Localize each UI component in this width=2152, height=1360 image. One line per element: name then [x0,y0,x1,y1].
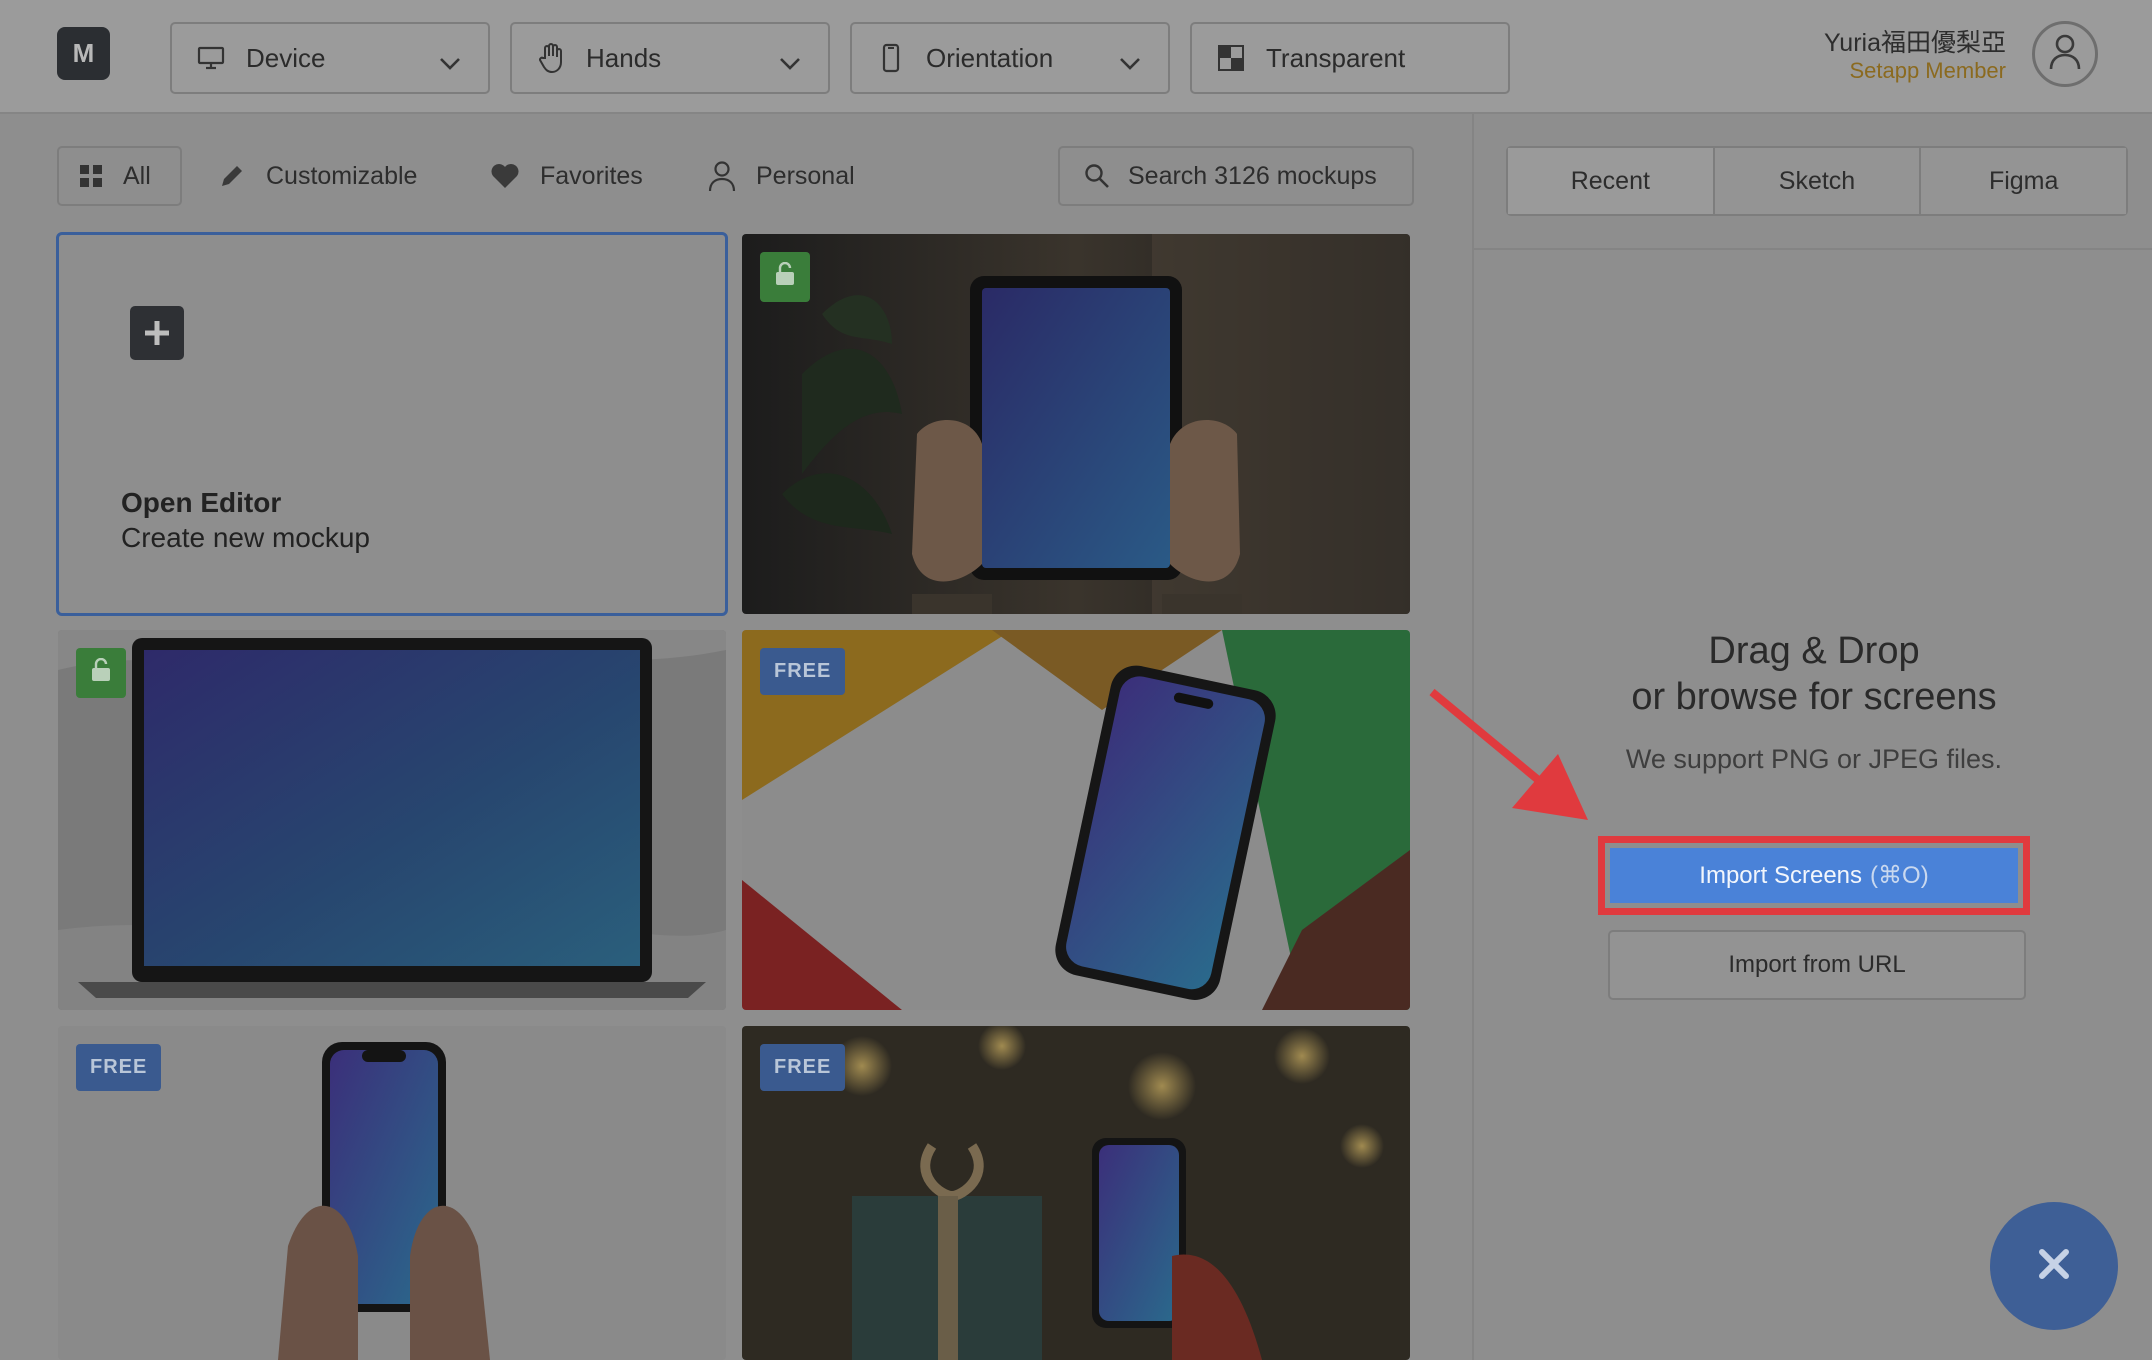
import-from-url-button[interactable]: Import from URL [1608,930,2026,1000]
mockup-card[interactable]: FREE [742,1026,1410,1360]
monitor-icon [196,43,226,73]
device-dropdown[interactable]: Device [170,22,490,94]
drop-title-line-1: Drag & Drop [1708,630,1920,672]
free-badge: FREE [76,1044,162,1091]
top-toolbar: M Device Hands Orientation Transparent Y… [0,0,2152,114]
lock-badge [760,252,810,302]
tablet-mockup-image [742,234,1410,614]
avatar[interactable] [2032,21,2098,87]
free-badge: FREE [760,1044,846,1091]
source-tabs: Recent Sketch Figma [1506,146,2128,216]
tab-sketch[interactable]: Sketch [1714,148,1922,214]
mockup-card[interactable]: FREE [742,630,1410,1010]
background-dropdown[interactable]: Transparent [1190,22,1510,94]
filter-personal-label: Personal [756,161,855,190]
user-plan: Setapp Member [1849,58,2006,83]
app-logo[interactable]: M [57,27,110,80]
mockup-card[interactable] [742,234,1410,614]
filter-favorites-label: Favorites [540,161,643,190]
laptop-mockup-image [58,630,726,1010]
open-editor-card[interactable]: Open Editor Create new mockup [56,232,728,616]
import-shortcut: (⌘O) [1870,862,1929,889]
mockup-card[interactable]: FREE [58,1026,726,1360]
user-name: Yuria福田優梨亞 [1824,29,2006,57]
hand-icon [536,43,566,74]
close-button[interactable] [1990,1202,2118,1330]
orientation-dropdown-label: Orientation [926,42,1054,73]
tab-recent[interactable]: Recent [1508,148,1715,214]
chevron-down-icon [1118,48,1142,79]
free-badge: FREE [760,648,846,695]
person-icon [708,160,736,192]
hands-dropdown-label: Hands [586,42,662,73]
mockup-card[interactable] [58,630,726,1010]
search-mockups-input[interactable]: Search 3126 mockups [1058,146,1414,206]
background-dropdown-label: Transparent [1266,42,1406,73]
search-label: Search 3126 mockups [1128,161,1377,190]
pencil-icon [218,162,246,190]
chevron-down-icon [778,48,802,79]
import-screens-button[interactable]: Import Screens (⌘O) [1610,848,2018,903]
unlock-icon [774,261,796,292]
open-editor-title: Open Editor [121,487,282,518]
filter-customizable[interactable]: Customizable [218,146,417,206]
search-icon [1084,163,1110,189]
tab-figma[interactable]: Figma [1921,148,2127,214]
device-dropdown-label: Device [246,42,326,73]
hands-dropdown[interactable]: Hands [510,22,830,94]
open-editor-subtitle: Create new mockup [121,522,371,553]
filter-all-label: All [123,161,151,190]
filter-customizable-label: Customizable [266,161,418,190]
transparent-checker-icon [1216,43,1246,73]
chevron-down-icon [438,48,462,79]
divider [1474,248,2152,250]
user-icon [2048,33,2082,76]
phone-icon [876,43,906,73]
orientation-dropdown[interactable]: Orientation [850,22,1170,94]
user-info: Yuria福田優梨亞 Setapp Member [1824,28,2006,84]
heart-icon [490,163,520,189]
filter-favorites[interactable]: Favorites [490,146,643,206]
filter-personal[interactable]: Personal [708,146,855,206]
grid-icon [79,164,103,188]
import-screens-label: Import Screens [1699,861,1863,889]
close-icon [2037,1247,2071,1286]
plus-icon [130,306,184,360]
lock-badge [76,648,126,698]
unlock-icon [90,657,112,688]
filter-all[interactable]: All [57,146,182,206]
red-arrow-annotation [1429,688,1588,820]
